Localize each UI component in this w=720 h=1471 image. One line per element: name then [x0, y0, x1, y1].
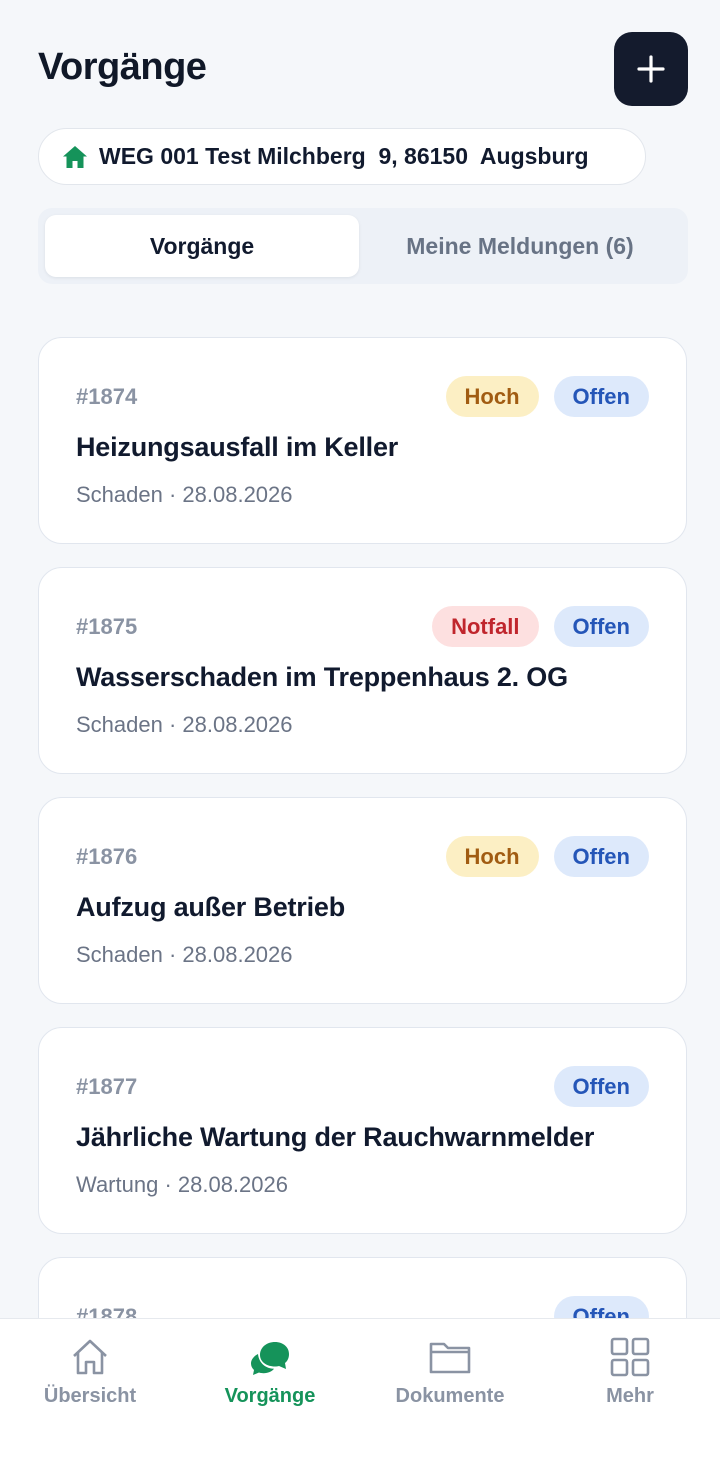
case-card[interactable]: #1874 Hoch Offen Heizungsausfall im Kell… [38, 337, 687, 544]
priority-badge: Notfall [432, 606, 539, 647]
case-card[interactable]: #1877 Offen Jährliche Wartung der Rauchw… [38, 1027, 687, 1234]
case-id: #1875 [76, 614, 138, 639]
case-id: #1874 [76, 384, 138, 409]
home-icon [68, 1335, 112, 1379]
nav-label: Mehr [606, 1385, 654, 1407]
case-title: Jährliche Wartung der Rauchwarnmelder [76, 1122, 595, 1152]
status-badge: Offen [553, 836, 649, 877]
nav-vorgaenge[interactable]: Vorgänge [180, 1319, 360, 1471]
header: Vorgänge [38, 30, 688, 106]
page-title: Vorgänge [38, 46, 207, 88]
nav-uebersicht[interactable]: Übersicht [0, 1319, 180, 1471]
folder-icon [428, 1335, 472, 1379]
plus-icon [637, 55, 665, 83]
case-card[interactable]: #1875 Notfall Offen Wasserschaden im Tre… [38, 567, 687, 774]
case-badges: Offen [553, 1066, 649, 1107]
status-badge: Offen [553, 606, 649, 647]
add-case-button[interactable] [614, 32, 688, 106]
case-title: Aufzug außer Betrieb [76, 892, 346, 922]
case-id: #1877 [76, 1074, 138, 1099]
case-card[interactable]: #1876 Hoch Offen Aufzug außer Betrieb Sc… [38, 797, 687, 1004]
case-badges: Notfall Offen [432, 606, 649, 647]
case-meta: Schaden · 28.08.2026 [76, 482, 293, 507]
case-meta: Wartung · 28.08.2026 [76, 1172, 288, 1197]
case-badges: Hoch Offen [445, 376, 649, 417]
status-badge: Offen [553, 1066, 649, 1107]
home-icon [61, 143, 89, 171]
tab-bar: Vorgänge Meine Meldungen (6) [38, 208, 688, 284]
grid-icon [608, 1335, 652, 1379]
nav-label: Vorgänge [224, 1385, 316, 1407]
case-list: #1874 Hoch Offen Heizungsausfall im Kell… [38, 337, 687, 1471]
nav-label: Dokumente [395, 1385, 505, 1407]
priority-badge: Hoch [445, 376, 539, 417]
bottom-navigation: Übersicht Vorgänge Dokumente Mehr [0, 1318, 720, 1471]
status-badge: Offen [553, 376, 649, 417]
tab-meine-meldungen[interactable]: Meine Meldungen (6) [359, 215, 681, 277]
priority-badge: Hoch [445, 836, 539, 877]
tab-vorgaenge[interactable]: Vorgänge [45, 215, 359, 277]
case-title: Heizungsausfall im Keller [76, 432, 399, 462]
nav-mehr[interactable]: Mehr [540, 1319, 720, 1471]
case-meta: Schaden · 28.08.2026 [76, 942, 293, 967]
property-label: WEG 001 Test Milchberg 9, 86150 Augsburg [99, 143, 589, 169]
case-id: #1876 [76, 844, 138, 869]
case-meta: Schaden · 28.08.2026 [76, 712, 293, 737]
nav-dokumente[interactable]: Dokumente [360, 1319, 540, 1471]
property-selector[interactable]: WEG 001 Test Milchberg 9, 86150 Augsburg [38, 128, 646, 185]
case-title: Wasserschaden im Treppenhaus 2. OG [76, 662, 568, 692]
chat-icon [248, 1335, 292, 1379]
nav-label: Übersicht [43, 1385, 137, 1407]
case-badges: Hoch Offen [445, 836, 649, 877]
